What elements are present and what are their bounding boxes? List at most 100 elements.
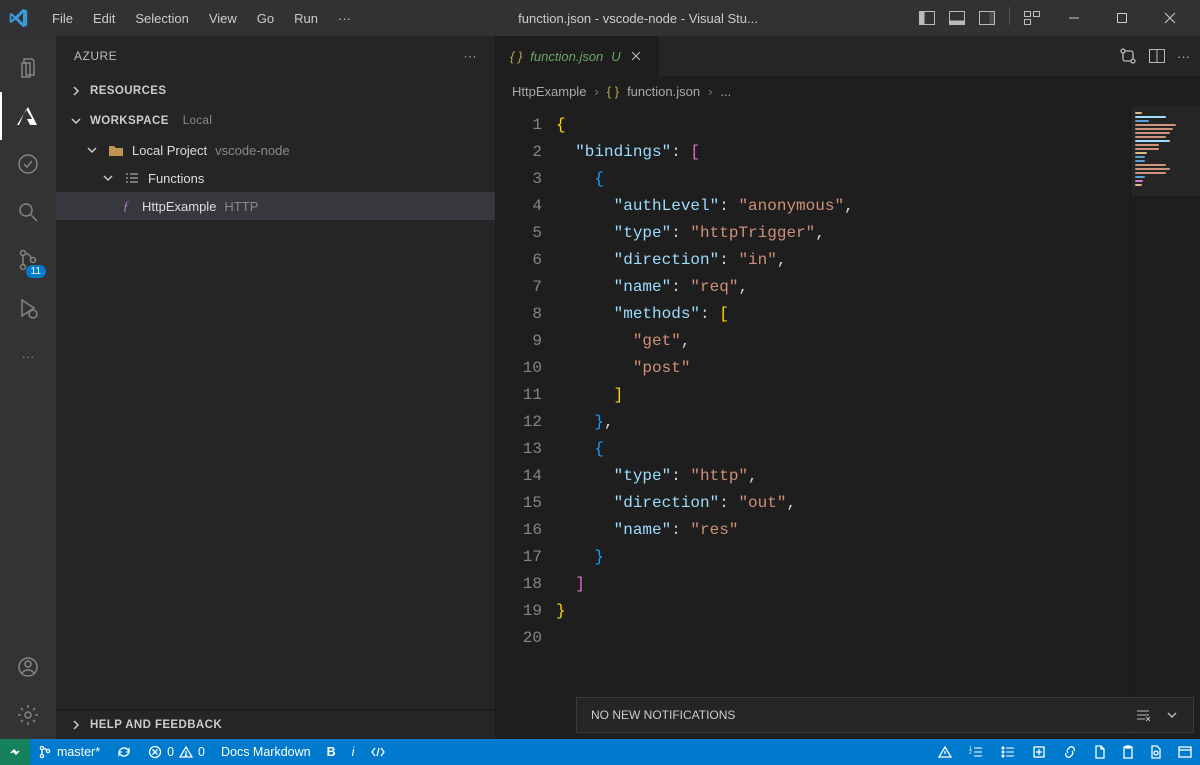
tree-function-httpexample[interactable]: ƒ HttpExample HTTP: [56, 192, 495, 220]
activity-bar: 11 ···: [0, 36, 56, 739]
layout-sidebar-right-icon[interactable]: [975, 7, 999, 29]
menu-more-icon[interactable]: ···: [328, 11, 361, 26]
chevron-right-icon: ›: [594, 84, 598, 99]
tab-filename: function.json: [530, 49, 603, 64]
breadcrumb[interactable]: HttpExample › { } function.json › ...: [496, 76, 1200, 106]
sidebar-title: AZURE: [74, 49, 464, 63]
status-bold[interactable]: B: [319, 739, 344, 765]
scm-badge: 11: [26, 265, 46, 278]
menu-go[interactable]: Go: [247, 11, 284, 26]
tree-functions-label: Functions: [148, 171, 204, 186]
section-resources-label: RESOURCES: [90, 85, 166, 97]
activity-account-icon[interactable]: [0, 643, 56, 691]
section-workspace[interactable]: WORKSPACE Local: [56, 106, 495, 136]
line-number: 13: [496, 436, 542, 463]
status-window-icon[interactable]: [1170, 739, 1200, 765]
status-new-file-icon[interactable]: [1024, 739, 1054, 765]
section-help[interactable]: HELP AND FEEDBACK: [56, 709, 495, 739]
status-problems[interactable]: 0 0: [140, 739, 213, 765]
layout-panel-bottom-icon[interactable]: [945, 7, 969, 29]
window-maximize-icon[interactable]: [1100, 0, 1144, 36]
status-branch-name: master*: [57, 745, 100, 759]
status-file-icon[interactable]: [1086, 739, 1114, 765]
tab-modified-marker: U: [611, 49, 620, 64]
breadcrumb-tail[interactable]: ...: [720, 84, 731, 99]
layout-customize-icon[interactable]: [1020, 7, 1044, 29]
title-bar: File Edit Selection View Go Run ··· func…: [0, 0, 1200, 36]
status-link-icon[interactable]: [1054, 739, 1086, 765]
activity-testing-icon[interactable]: [0, 140, 56, 188]
collapse-notifications-icon[interactable]: [1165, 708, 1179, 722]
chevron-down-icon: [70, 115, 82, 127]
breadcrumb-seg-file[interactable]: function.json: [627, 84, 700, 99]
activity-run-debug-icon[interactable]: [0, 284, 56, 332]
status-italic-label: i: [352, 745, 355, 759]
line-number: 6: [496, 247, 542, 274]
tree-local-project-tag: vscode-node: [215, 143, 289, 158]
menu-view[interactable]: View: [199, 11, 247, 26]
activity-explorer-icon[interactable]: [0, 44, 56, 92]
chevron-right-icon: ›: [708, 84, 712, 99]
clear-notifications-icon[interactable]: [1135, 708, 1151, 722]
layout-separator: [1009, 7, 1010, 25]
compare-changes-icon[interactable]: [1119, 47, 1137, 65]
window-controls: [1052, 0, 1192, 36]
minimap[interactable]: [1130, 106, 1200, 739]
status-alert-icon[interactable]: [930, 739, 960, 765]
editor-body: 1 2 3 4 5 6 7 8 9 10 11 12 13 14 15 16 1: [496, 106, 1200, 739]
line-number: 4: [496, 193, 542, 220]
menu-run[interactable]: Run: [284, 11, 328, 26]
list-icon: [124, 171, 140, 185]
status-sync-icon[interactable]: [108, 739, 140, 765]
status-bullet-list-icon[interactable]: [992, 739, 1024, 765]
minimap-viewport[interactable]: [1131, 106, 1200, 196]
activity-more-icon[interactable]: ···: [0, 332, 56, 380]
status-numbered-list-icon[interactable]: 12: [960, 739, 992, 765]
folder-icon: [108, 143, 124, 157]
tree-function-name: HttpExample: [142, 199, 216, 214]
section-resources[interactable]: RESOURCES: [56, 76, 495, 106]
line-number: 15: [496, 490, 542, 517]
section-help-label: HELP AND FEEDBACK: [90, 719, 222, 731]
chevron-right-icon: [70, 719, 82, 731]
menu-edit[interactable]: Edit: [83, 11, 125, 26]
status-remote-icon[interactable]: [0, 739, 30, 765]
notifications-panel[interactable]: NO NEW NOTIFICATIONS: [576, 697, 1194, 733]
status-clipboard-icon[interactable]: [1114, 739, 1142, 765]
tree-functions[interactable]: Functions: [56, 164, 495, 192]
chevron-down-icon: [84, 144, 100, 156]
app-window: File Edit Selection View Go Run ··· func…: [0, 0, 1200, 765]
line-number: 9: [496, 328, 542, 355]
activity-settings-icon[interactable]: [0, 691, 56, 739]
split-editor-icon[interactable]: [1149, 49, 1165, 63]
status-bold-label: B: [327, 745, 336, 759]
tab-function-json[interactable]: { } function.json U: [496, 36, 658, 76]
menu-selection[interactable]: Selection: [125, 11, 198, 26]
vscode-logo-icon: [8, 8, 28, 28]
tab-close-icon[interactable]: [629, 49, 643, 63]
chevron-right-icon: [70, 85, 82, 97]
status-italic[interactable]: i: [344, 739, 363, 765]
window-minimize-icon[interactable]: [1052, 0, 1096, 36]
tree-local-project[interactable]: Local Project vscode-node: [56, 136, 495, 164]
code-content[interactable]: { "bindings": [ { "authLevel": "anonymou…: [556, 106, 1130, 739]
status-docs-markdown[interactable]: Docs Markdown: [213, 739, 319, 765]
status-branch[interactable]: master*: [30, 739, 108, 765]
json-file-icon: { }: [510, 49, 522, 64]
editor-more-icon[interactable]: ···: [1177, 49, 1190, 64]
breadcrumb-seg-folder[interactable]: HttpExample: [512, 84, 586, 99]
activity-source-control-icon[interactable]: 11: [0, 236, 56, 284]
menu-file[interactable]: File: [42, 11, 83, 26]
activity-azure-icon[interactable]: [0, 92, 56, 140]
layout-sidebar-left-icon[interactable]: [915, 7, 939, 29]
editor-area: { } function.json U ···: [496, 36, 1200, 739]
sidebar-more-icon[interactable]: ···: [464, 49, 478, 63]
notifications-text: NO NEW NOTIFICATIONS: [591, 708, 735, 722]
layout-controls: [915, 7, 1044, 29]
status-bar: master* 0 0 Docs Markdown B i 12: [0, 739, 1200, 765]
activity-search-icon[interactable]: [0, 188, 56, 236]
status-code-icon[interactable]: [362, 739, 394, 765]
window-close-icon[interactable]: [1148, 0, 1192, 36]
line-number: 17: [496, 544, 542, 571]
status-preview-icon[interactable]: [1142, 739, 1170, 765]
